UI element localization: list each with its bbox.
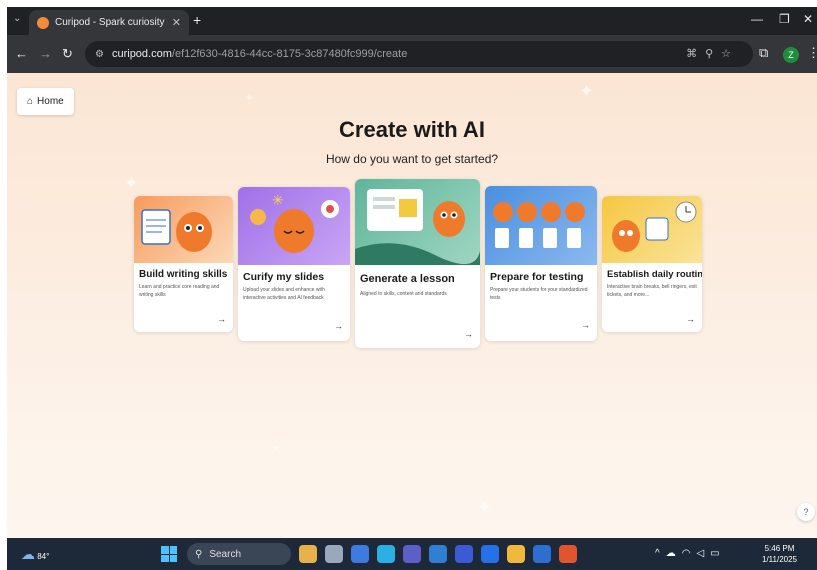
sparkle-decoration-icon: ✦ (124, 173, 140, 193)
volume-icon[interactable]: ◁ (696, 548, 710, 559)
help-button[interactable]: ? (797, 503, 815, 521)
slides-illustration-icon: ✳ (250, 192, 339, 253)
start-button[interactable] (161, 546, 177, 562)
arrow-right-icon: → (334, 321, 343, 331)
card-title: Generate a lesson (360, 273, 455, 285)
taskbar-app-icon[interactable] (455, 545, 473, 563)
card-illustration (485, 186, 597, 265)
card-title: Establish daily routines (607, 269, 702, 280)
profile-avatar[interactable]: Z (783, 47, 799, 63)
clock[interactable]: 5:46 PM 1/11/2025 (762, 543, 797, 565)
bookmark-star-icon[interactable]: ☆ (721, 48, 739, 60)
url-path: /ef12f630-4816-44cc-8175-3c87480fc999/cr… (171, 48, 408, 60)
page-title: Create with AI (339, 117, 485, 142)
url-host: curipod.com (111, 48, 172, 60)
sparkle-decoration-icon: ✦ (272, 443, 281, 454)
minimize-icon[interactable]: — (751, 12, 763, 26)
taskbar-app-icon[interactable] (481, 545, 499, 563)
forward-icon[interactable]: → (39, 46, 52, 61)
translate-icon[interactable]: ⌘ (686, 48, 705, 60)
testing-illustration-icon (493, 202, 585, 248)
weather-temp: 84° (37, 552, 50, 561)
arrow-right-icon: → (464, 329, 473, 339)
browser-tab[interactable]: Curipod - Spark curiosity with s ✕ (29, 10, 189, 35)
menu-kebab-icon[interactable]: ⋮ (807, 45, 817, 61)
svg-text:✳: ✳ (272, 192, 284, 208)
sparkle-decoration-icon: ✦ (579, 81, 595, 101)
tab-close-icon[interactable]: ✕ (172, 16, 181, 29)
taskbar-app-icon[interactable] (559, 545, 577, 563)
card-title: Prepare for testing (490, 271, 584, 283)
wifi-icon[interactable]: ◠ (682, 548, 697, 559)
clock-date: 1/11/2025 (762, 555, 797, 564)
home-icon: ⌂ (27, 96, 34, 107)
card-title: Build writing skills (139, 269, 228, 280)
search-icon: ⚲ (195, 548, 203, 560)
page-content: ✦ ✦ ✦ ✦ ✦ ⌂ Home Create with AI How do y… (7, 73, 817, 538)
card-illustration (602, 196, 702, 263)
taskbar-app-icon[interactable] (325, 545, 343, 563)
clock-time: 5:46 PM (764, 544, 795, 553)
browser-toolbar: ← → ↻ ⚙ curipod.com/ef12f630-4816-44cc-8… (7, 35, 817, 73)
card-description: Prepare your students for your standardi… (490, 287, 588, 301)
taskbar-app-icon[interactable] (533, 545, 551, 563)
address-bar[interactable]: ⚙ curipod.com/ef12f630-4816-44cc-8175-3c… (85, 41, 753, 67)
home-button[interactable]: ⌂ Home (17, 88, 74, 115)
zoom-icon[interactable]: ⚲ (705, 48, 721, 60)
card-curify-my-slides[interactable]: ✳ Curify my slides Upload your slides an… (238, 187, 350, 341)
site-info-icon[interactable]: ⚙ (95, 49, 104, 60)
restore-icon[interactable]: ❐ (779, 12, 790, 26)
taskbar: ☁ 84° ⚲ Search ^☁◠◁▭ 5:46 PM 1/11/2025 (7, 538, 817, 570)
search-label: Search (209, 548, 242, 560)
tab-search-chevron-icon[interactable]: ⌄ (13, 13, 21, 24)
taskbar-app-icon[interactable] (299, 545, 317, 563)
curipod-favicon-icon (37, 16, 49, 29)
battery-icon[interactable]: ▭ (710, 548, 725, 559)
new-tab-icon[interactable]: + (193, 12, 201, 28)
card-establish-daily-routines[interactable]: Establish daily routines Interactive bra… (602, 196, 702, 332)
page-subtitle: How do you want to get started? (325, 152, 499, 166)
writing-illustration-icon (141, 209, 212, 252)
taskbar-app-icon[interactable] (377, 545, 395, 563)
arrow-right-icon: → (581, 320, 590, 330)
home-label: Home (37, 96, 64, 107)
card-description: Interactive brain breaks, bell ringers, … (607, 284, 697, 298)
card-description: Upload your slides and enhance with inte… (243, 287, 325, 301)
card-description: Learn and practice core reading and writ… (139, 284, 220, 298)
close-window-icon[interactable]: ✕ (803, 12, 813, 26)
sparkle-decoration-icon: ✦ (245, 93, 254, 104)
lesson-illustration-icon (355, 189, 480, 265)
card-prepare-for-testing[interactable]: Prepare for testing Prepare your student… (485, 186, 597, 341)
routines-illustration-icon (612, 201, 697, 252)
omnibox-icons[interactable]: ⌘⚲☆ (686, 47, 739, 60)
taskbar-search[interactable]: ⚲ Search (187, 543, 291, 565)
taskbar-app-icon[interactable] (351, 545, 369, 563)
cloud-icon[interactable]: ☁ (666, 548, 682, 559)
card-description: Aligned to skills, content and standards (360, 291, 447, 297)
card-title: Curify my slides (243, 271, 325, 283)
pinned-apps (299, 545, 577, 563)
reload-icon[interactable]: ↻ (62, 46, 73, 62)
extensions-icon[interactable]: ⧉ (759, 45, 768, 61)
card-illustration (134, 196, 233, 263)
weather-icon: ☁ (21, 546, 35, 562)
taskbar-app-icon[interactable] (429, 545, 447, 563)
tab-title: Curipod - Spark curiosity with s (55, 17, 166, 28)
sparkle-decoration-icon: ✦ (477, 497, 493, 517)
card-build-writing-skills[interactable]: Build writing skills Learn and practice … (134, 196, 233, 332)
back-icon[interactable]: ← (15, 46, 28, 61)
card-illustration: ✳ (238, 187, 350, 265)
card-generate-a-lesson[interactable]: Generate a lesson Aligned to skills, con… (355, 179, 480, 348)
tab-strip: ⌄ Curipod - Spark curiosity with s ✕ + —… (7, 7, 817, 35)
chevron-up-icon[interactable]: ^ (655, 548, 666, 559)
arrow-right-icon: → (217, 314, 226, 324)
taskbar-app-icon[interactable] (403, 545, 421, 563)
taskbar-app-icon[interactable] (507, 545, 525, 563)
arrow-right-icon: → (686, 314, 695, 324)
system-tray[interactable]: ^☁◠◁▭ (655, 548, 726, 559)
card-illustration (355, 179, 480, 265)
weather-widget[interactable]: ☁ 84° (21, 546, 49, 563)
